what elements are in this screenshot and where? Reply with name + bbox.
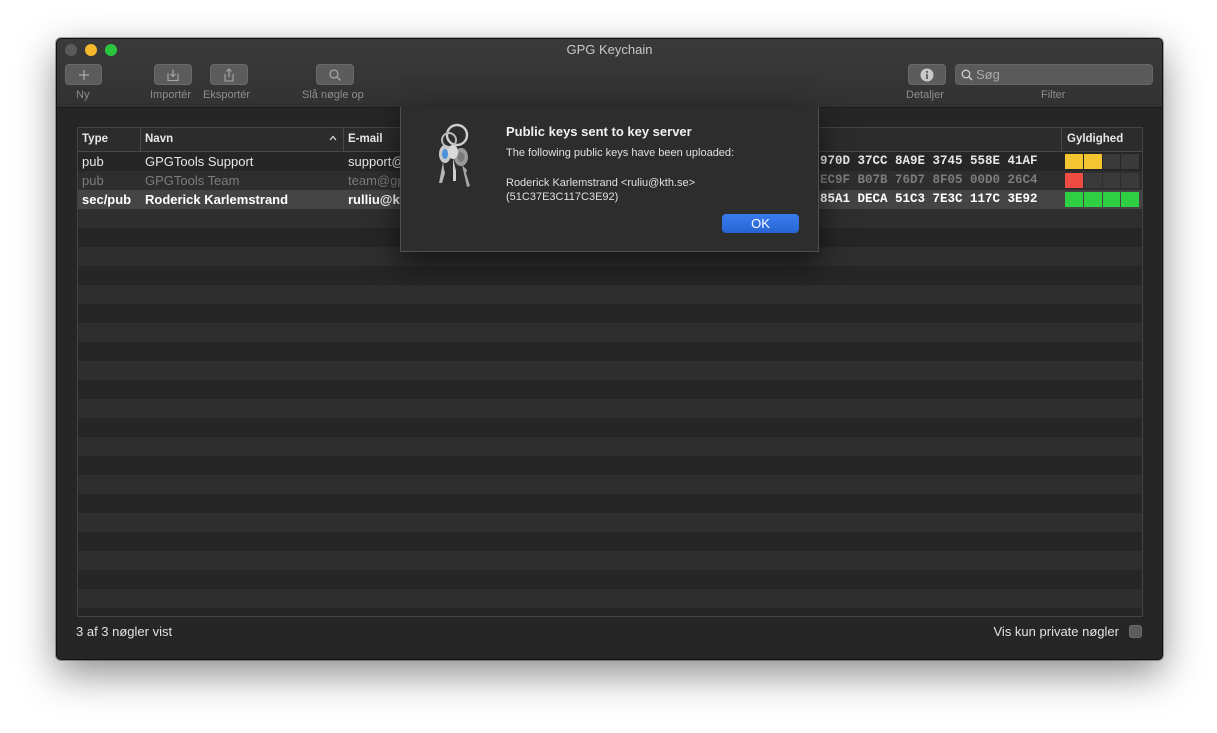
magnifier-icon: [329, 68, 341, 81]
title-toolbar: GPG Keychain Ny Importér Eksportér Slå n…: [57, 39, 1162, 108]
row-type: pub: [82, 154, 104, 169]
row-fingerprint: EC9F B07B 76D7 8F05 00D0 26C4: [820, 173, 1038, 187]
search-input[interactable]: [976, 65, 1146, 84]
column-header-name-label: Navn: [145, 133, 174, 145]
search-field[interactable]: [955, 64, 1153, 85]
validity-indicator: [1065, 154, 1139, 169]
validity-segment: [1102, 154, 1121, 169]
gpg-keychain-window: GPG Keychain Ny Importér Eksportér Slå n…: [56, 38, 1163, 660]
column-header-validity[interactable]: Gyldighed: [1062, 128, 1142, 151]
private-only-checkbox[interactable]: [1129, 625, 1142, 638]
validity-segment: [1065, 154, 1083, 169]
info-icon: [920, 68, 934, 81]
validity-segment: [1083, 192, 1102, 207]
row-name: GPGTools Team: [145, 173, 240, 188]
import-button[interactable]: [154, 64, 192, 85]
validity-indicator: [1065, 192, 1139, 207]
dialog-title: Public keys sent to key server: [506, 124, 692, 139]
row-type: pub: [82, 173, 104, 188]
validity-segment: [1121, 192, 1139, 207]
row-name: GPGTools Support: [145, 154, 254, 169]
row-type: sec/pub: [82, 192, 132, 207]
row-name: Roderick Karlemstrand: [145, 192, 289, 207]
ok-button[interactable]: OK: [722, 214, 799, 233]
column-header-type[interactable]: Type: [78, 128, 141, 151]
validity-indicator: [1065, 173, 1139, 188]
validity-segment: [1121, 154, 1139, 169]
lookup-key-button[interactable]: [316, 64, 354, 85]
validity-segment: [1065, 192, 1083, 207]
export-button[interactable]: [210, 64, 248, 85]
export-label: Eksportér: [203, 89, 251, 101]
upload-result-dialog: Public keys sent to key server The follo…: [400, 107, 819, 252]
column-header-name[interactable]: Navn: [141, 128, 344, 151]
details-label: Detaljer: [906, 89, 944, 101]
dialog-detail: Roderick Karlemstrand <ruliu@kth.se> (51…: [506, 177, 696, 203]
import-label: Importér: [150, 89, 191, 101]
keychain-keys-icon: [439, 123, 470, 187]
filter-label: Filter: [1041, 89, 1066, 101]
validity-segment: [1121, 173, 1139, 188]
validity-segment: [1083, 173, 1102, 188]
validity-segment: [1102, 173, 1121, 188]
validity-segment: [1065, 173, 1083, 188]
window-title: GPG Keychain: [566, 42, 653, 57]
validity-segment: [1102, 192, 1121, 207]
new-key-label: Ny: [76, 89, 90, 101]
row-fingerprint: 85A1 DECA 51C3 7E3C 117C 3E92: [820, 192, 1038, 206]
row-fingerprint: 970D 37CC 8A9E 3745 558E 41AF: [820, 154, 1038, 168]
import-icon: [167, 69, 179, 81]
dialog-message: The following public keys have been uplo…: [506, 147, 735, 159]
private-only-label: Vis kun private nøgler: [993, 624, 1120, 639]
search-icon: [961, 69, 973, 81]
validity-segment: [1083, 154, 1102, 169]
key-count-status: 3 af 3 nøgler vist: [76, 624, 173, 639]
plus-icon: [78, 69, 89, 80]
lookup-key-label: Slå nøgle op: [302, 89, 364, 101]
details-button[interactable]: [908, 64, 946, 85]
sort-ascending-icon: [329, 135, 337, 141]
new-key-button[interactable]: [65, 64, 102, 85]
share-icon: [224, 67, 234, 82]
